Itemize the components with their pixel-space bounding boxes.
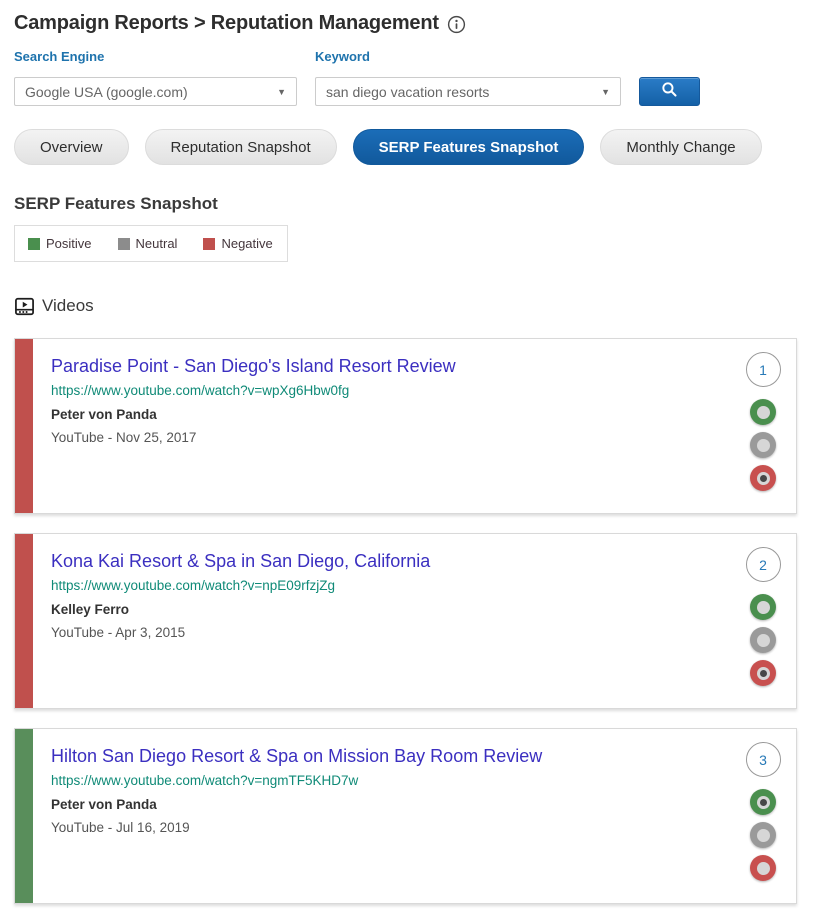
chevron-down-icon: ▼: [277, 87, 286, 97]
neutral-radio[interactable]: [750, 432, 776, 458]
neutral-swatch: [118, 238, 130, 250]
search-engine-select[interactable]: Google USA (google.com) ▼: [14, 77, 297, 106]
search-engine-value: Google USA (google.com): [25, 84, 188, 100]
negative-swatch: [203, 238, 215, 250]
rank-badge: 2: [746, 547, 781, 582]
sentiment-bar: [15, 729, 33, 903]
video-card: Hilton San Diego Resort & Spa on Mission…: [14, 728, 797, 904]
videos-heading-label: Videos: [42, 296, 94, 316]
video-channel: Kelley Ferro: [51, 602, 730, 617]
filter-bar: Search Engine Google USA (google.com) ▼ …: [14, 49, 797, 106]
video-title-link[interactable]: Hilton San Diego Resort & Spa on Mission…: [51, 746, 730, 768]
keyword-label: Keyword: [315, 49, 621, 64]
tab-reputation-snapshot[interactable]: Reputation Snapshot: [145, 129, 337, 165]
video-card: Paradise Point - San Diego's Island Reso…: [14, 338, 797, 514]
video-channel: Peter von Panda: [51, 797, 730, 812]
sentiment-bar: [15, 534, 33, 708]
video-title-link[interactable]: Paradise Point - San Diego's Island Reso…: [51, 356, 730, 378]
page-title: Campaign Reports > Reputation Management: [14, 12, 439, 35]
info-icon[interactable]: [447, 15, 466, 34]
video-card-content: Kona Kai Resort & Spa in San Diego, Cali…: [33, 534, 730, 708]
search-engine-label: Search Engine: [14, 49, 297, 64]
video-player-icon: [14, 296, 35, 317]
video-card: Kona Kai Resort & Spa in San Diego, Cali…: [14, 533, 797, 709]
video-card-content: Paradise Point - San Diego's Island Reso…: [33, 339, 730, 513]
video-source-date: YouTube - Nov 25, 2017: [51, 430, 730, 445]
legend-item-positive: Positive: [28, 236, 92, 251]
legend-label: Neutral: [136, 236, 178, 251]
video-url: https://www.youtube.com/watch?v=wpXg6Hbw…: [51, 383, 730, 398]
tab-serp-features-snapshot[interactable]: SERP Features Snapshot: [353, 129, 585, 165]
video-card-controls: 1: [730, 339, 796, 513]
negative-radio[interactable]: [750, 855, 776, 881]
video-url: https://www.youtube.com/watch?v=npE09rfz…: [51, 578, 730, 593]
neutral-radio[interactable]: [750, 822, 776, 848]
sentiment-legend: Positive Neutral Negative: [14, 225, 288, 262]
video-title-link[interactable]: Kona Kai Resort & Spa in San Diego, Cali…: [51, 551, 730, 573]
page-header: Campaign Reports > Reputation Management: [14, 12, 797, 35]
legend-item-negative: Negative: [203, 236, 272, 251]
neutral-radio[interactable]: [750, 627, 776, 653]
positive-swatch: [28, 238, 40, 250]
search-button[interactable]: [639, 77, 700, 106]
video-source-date: YouTube - Jul 16, 2019: [51, 820, 730, 835]
videos-heading: Videos: [14, 295, 797, 317]
video-source-date: YouTube - Apr 3, 2015: [51, 625, 730, 640]
keyword-filter: Keyword san diego vacation resorts ▼: [315, 49, 621, 106]
video-card-content: Hilton San Diego Resort & Spa on Mission…: [33, 729, 730, 903]
section-heading: SERP Features Snapshot: [14, 194, 797, 214]
page: Campaign Reports > Reputation Management…: [0, 0, 825, 923]
tab-overview[interactable]: Overview: [14, 129, 129, 165]
chevron-down-icon: ▼: [601, 87, 610, 97]
legend-item-neutral: Neutral: [118, 236, 178, 251]
search-icon: [660, 80, 679, 104]
video-url: https://www.youtube.com/watch?v=ngmTF5KH…: [51, 773, 730, 788]
legend-label: Negative: [221, 236, 272, 251]
tab-monthly-change[interactable]: Monthly Change: [600, 129, 761, 165]
report-tabs: Overview Reputation Snapshot SERP Featur…: [14, 129, 797, 165]
keyword-select[interactable]: san diego vacation resorts ▼: [315, 77, 621, 106]
video-card-controls: 3: [730, 729, 796, 903]
sentiment-bar: [15, 339, 33, 513]
video-card-controls: 2: [730, 534, 796, 708]
rank-badge: 1: [746, 352, 781, 387]
rank-badge: 3: [746, 742, 781, 777]
video-channel: Peter von Panda: [51, 407, 730, 422]
search-engine-filter: Search Engine Google USA (google.com) ▼: [14, 49, 297, 106]
positive-radio[interactable]: [750, 594, 776, 620]
legend-label: Positive: [46, 236, 92, 251]
positive-radio[interactable]: [750, 789, 776, 815]
negative-radio[interactable]: [750, 465, 776, 491]
positive-radio[interactable]: [750, 399, 776, 425]
video-results-list: Paradise Point - San Diego's Island Reso…: [14, 338, 797, 904]
keyword-value: san diego vacation resorts: [326, 84, 489, 100]
negative-radio[interactable]: [750, 660, 776, 686]
